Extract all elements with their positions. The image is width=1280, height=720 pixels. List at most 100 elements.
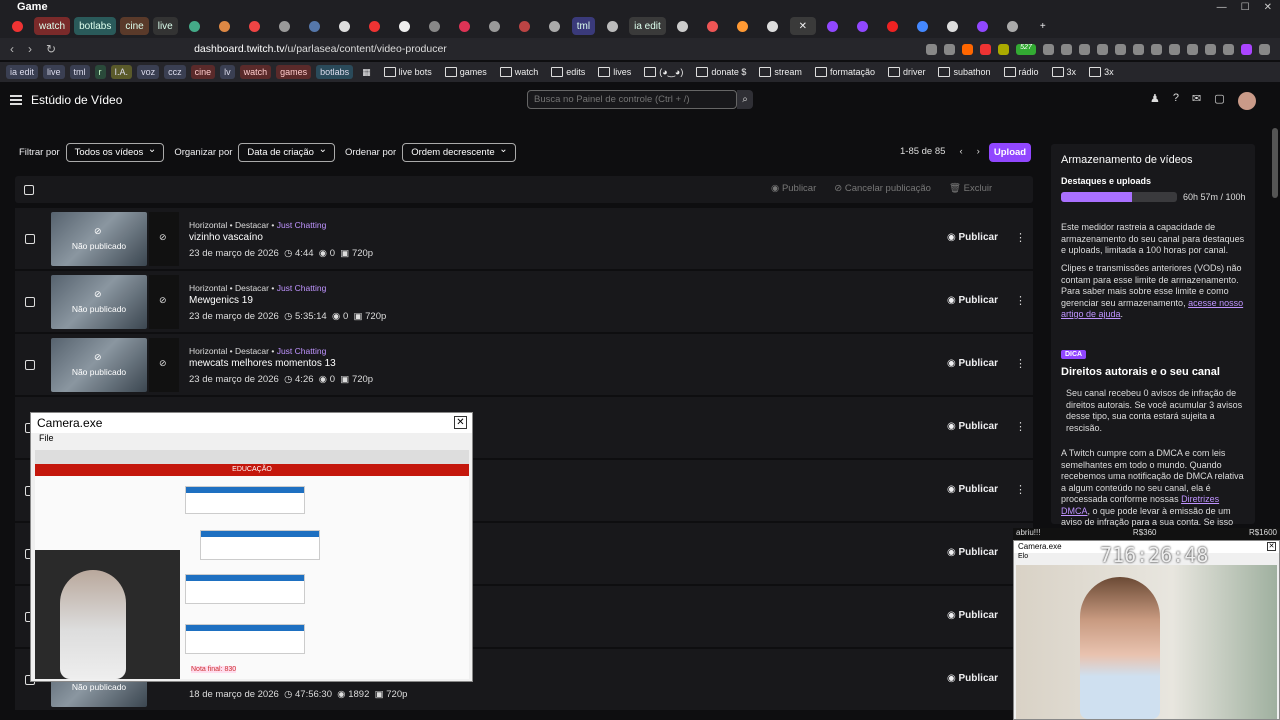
tab-icon[interactable]	[760, 17, 786, 35]
publish-button[interactable]: ◉ Publicar	[947, 547, 998, 558]
share-icon[interactable]	[944, 43, 955, 55]
close-tab-icon[interactable]: ✕	[789, 17, 816, 35]
maximize-icon[interactable]: ☐	[1241, 2, 1250, 13]
reload-icon[interactable]: ↻	[46, 42, 56, 56]
extension-icon[interactable]	[1151, 43, 1162, 55]
tab-botlabs[interactable]: botlabs	[74, 17, 117, 35]
tab-icon[interactable]	[820, 17, 846, 35]
back-icon[interactable]: ‹	[10, 42, 14, 56]
camera1-titlebar[interactable]: Camera.exe	[31, 413, 472, 433]
bookmark-folder[interactable]: 3x	[1085, 65, 1118, 79]
tab-live[interactable]: live	[152, 17, 178, 35]
tab-icon[interactable]	[730, 17, 756, 35]
tab-icon[interactable]	[940, 17, 966, 35]
bookmark-chip[interactable]: lv	[220, 65, 235, 79]
bookmark-folder[interactable]: donate $	[692, 65, 750, 79]
bookmark-chip[interactable]: cine	[190, 65, 216, 79]
tab-icon[interactable]	[1000, 17, 1026, 35]
extension-icon[interactable]	[1169, 43, 1180, 55]
bookmark-chip[interactable]: ccz	[164, 65, 186, 79]
tab-icon[interactable]	[332, 17, 358, 35]
publish-button[interactable]: ◉ Publicar	[947, 610, 998, 621]
tab-icon[interactable]	[242, 17, 268, 35]
extension-icon[interactable]	[1223, 43, 1234, 55]
tab-icon[interactable]	[880, 17, 906, 35]
video-thumbnail[interactable]: ⊘ Não publicado	[51, 212, 147, 266]
dashboard-search-input[interactable]	[527, 90, 737, 109]
tab-icon[interactable]	[272, 17, 298, 35]
whispers-icon[interactable]: ▢	[1214, 92, 1224, 110]
tab-ia-edit[interactable]: ia edit	[629, 17, 666, 35]
extension-icon[interactable]	[1205, 43, 1216, 55]
menu-icon[interactable]	[1259, 43, 1270, 55]
bookmark-folder[interactable]: formatação	[811, 65, 879, 79]
bookmark-chip[interactable]: botlabs	[316, 65, 354, 79]
bookmark-chip[interactable]: ia edit	[6, 65, 39, 79]
bookmark-folder[interactable]: lives	[594, 65, 635, 79]
category-link[interactable]: Just Chatting	[277, 220, 327, 230]
camera-window-2[interactable]: Camera.exe ✕ Elo 716:26:48	[1013, 540, 1280, 720]
bookmark-chip[interactable]: games	[276, 65, 312, 79]
camera-window-1[interactable]: Camera.exe ✕ File EDUCAÇÃO Nota final: 8…	[30, 412, 473, 682]
more-options-icon[interactable]: ⋮	[1015, 483, 1026, 496]
bulk-unpublish-button[interactable]: ⊘ Cancelar publicação	[834, 183, 931, 194]
zoom-icon[interactable]	[926, 43, 937, 55]
bookmark-chip[interactable]: watch	[239, 65, 272, 79]
video-title[interactable]: Mewgenics 19	[189, 295, 253, 306]
scrollbar-thumb[interactable]	[1272, 128, 1278, 198]
tab-icon[interactable]	[452, 17, 478, 35]
extension-icon[interactable]	[998, 43, 1009, 55]
bookmark-chip[interactable]: tml	[69, 65, 90, 79]
extension-icon[interactable]	[1079, 43, 1090, 55]
help-icon[interactable]: ?	[1173, 92, 1179, 110]
tab-watch[interactable]: watch	[34, 17, 71, 35]
bookmark-folder[interactable]: subathon	[934, 65, 994, 79]
publish-button[interactable]: ◉ Publicar	[947, 421, 998, 432]
bulk-delete-button[interactable]: 🗑 Excluir	[949, 183, 992, 194]
publish-button[interactable]: ◉ Publicar	[947, 673, 998, 684]
avatar[interactable]	[1237, 92, 1256, 110]
publish-button[interactable]: ◉ Publicar	[947, 484, 998, 495]
bookmark-folder[interactable]: (◕‿◕)	[640, 65, 687, 79]
extension-icon[interactable]	[1061, 43, 1072, 55]
more-options-icon[interactable]: ⋮	[1015, 231, 1026, 244]
tab-icon[interactable]	[542, 17, 568, 35]
tab-cine[interactable]: cine	[120, 17, 149, 35]
tab-icon[interactable]	[970, 17, 996, 35]
tab-icon[interactable]	[302, 17, 328, 35]
filter-dropdown[interactable]: Todos os vídeos	[65, 143, 165, 162]
inbox-icon[interactable]: ✉	[1192, 92, 1201, 110]
order-dropdown[interactable]: Ordem decrescente	[402, 143, 516, 162]
tab-icon[interactable]	[482, 17, 508, 35]
video-title[interactable]: vizinho vascaíno	[189, 232, 263, 243]
bookmark-chip[interactable]: I.A.	[110, 65, 133, 79]
extension-icon[interactable]	[1097, 43, 1108, 55]
bookmark-folder[interactable]: 3x	[1048, 65, 1081, 79]
publish-button[interactable]: ◉ Publicar	[947, 295, 998, 306]
new-tab-icon[interactable]: +	[1030, 17, 1056, 35]
organize-dropdown[interactable]: Data de criação	[238, 143, 335, 162]
publish-button[interactable]: ◉ Publicar	[947, 232, 998, 243]
extension-icon[interactable]	[1133, 43, 1144, 55]
tab-icon[interactable]	[512, 17, 538, 35]
bookmark-folder[interactable]: live bots	[380, 65, 436, 79]
bookmark-folder[interactable]: stream	[755, 65, 806, 79]
prev-page-icon[interactable]: ‹	[959, 146, 962, 157]
tab-icon[interactable]	[182, 17, 208, 35]
hamburger-menu-icon[interactable]	[10, 95, 22, 105]
extension-icon[interactable]	[1241, 43, 1252, 55]
tab-icon[interactable]	[392, 17, 418, 35]
tab-icon[interactable]	[422, 17, 448, 35]
video-thumbnail[interactable]: ⊘ Não publicado	[51, 275, 147, 329]
tab-icon[interactable]	[670, 17, 696, 35]
rewards-icon[interactable]	[980, 43, 991, 55]
extension-icon[interactable]	[1187, 43, 1198, 55]
tab-icon[interactable]	[212, 17, 238, 35]
url-field[interactable]: dashboard.twitch.tv/u/parlasea/content/v…	[194, 43, 447, 55]
close-icon[interactable]: ✕	[1264, 2, 1272, 13]
more-options-icon[interactable]: ⋮	[1015, 420, 1026, 433]
notifications-icon[interactable]: ♟	[1150, 92, 1160, 110]
camera1-menu[interactable]: File	[31, 433, 472, 446]
tab-icon[interactable]	[4, 17, 30, 35]
more-options-icon[interactable]: ⋮	[1015, 357, 1026, 370]
